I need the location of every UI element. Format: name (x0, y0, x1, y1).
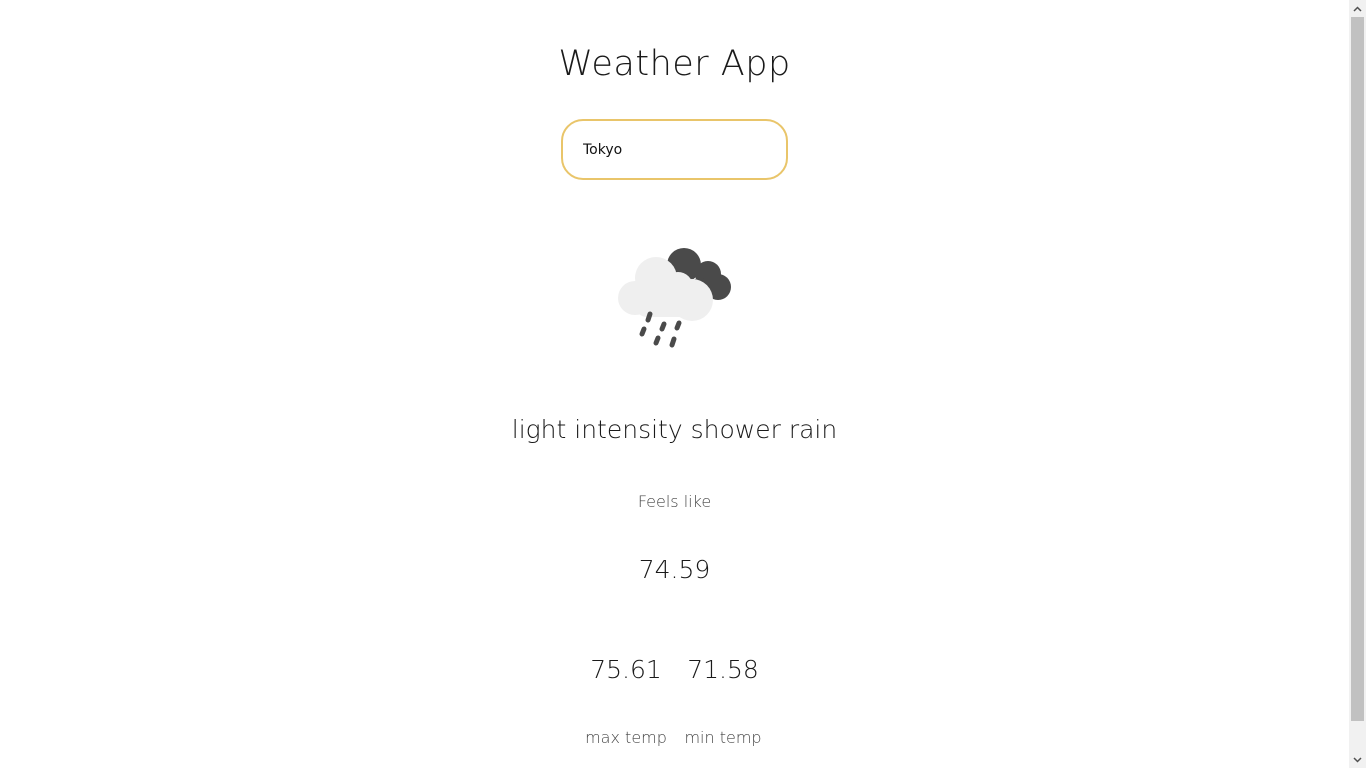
min-temp-label: min temp (684, 728, 762, 747)
rain-cloud-icon (612, 240, 736, 352)
scroll-down-arrow-icon[interactable] (1349, 751, 1366, 768)
vertical-scrollbar[interactable] (1349, 0, 1366, 768)
max-temp-block: 75.61 max temp (578, 650, 675, 750)
feels-like-value: 74.59 (638, 555, 711, 584)
city-search-input[interactable] (561, 119, 788, 180)
weather-app-page: Weather App Tokyo light intensity shower… (0, 0, 1349, 768)
temperature-range: 75.61 max temp 71.58 min temp (0, 650, 1349, 750)
max-temp-label: max temp (585, 728, 667, 747)
weather-description: light intensity shower rain (511, 415, 838, 444)
min-temp-value: 71.58 (687, 655, 759, 684)
feels-like-label: Feels like (637, 492, 712, 511)
max-temp-value: 75.61 (590, 655, 662, 684)
scrollbar-thumb[interactable] (1351, 17, 1364, 721)
page-title: Weather App (558, 44, 791, 84)
scroll-up-arrow-icon[interactable] (1349, 0, 1366, 17)
min-temp-block: 71.58 min temp (675, 650, 772, 750)
